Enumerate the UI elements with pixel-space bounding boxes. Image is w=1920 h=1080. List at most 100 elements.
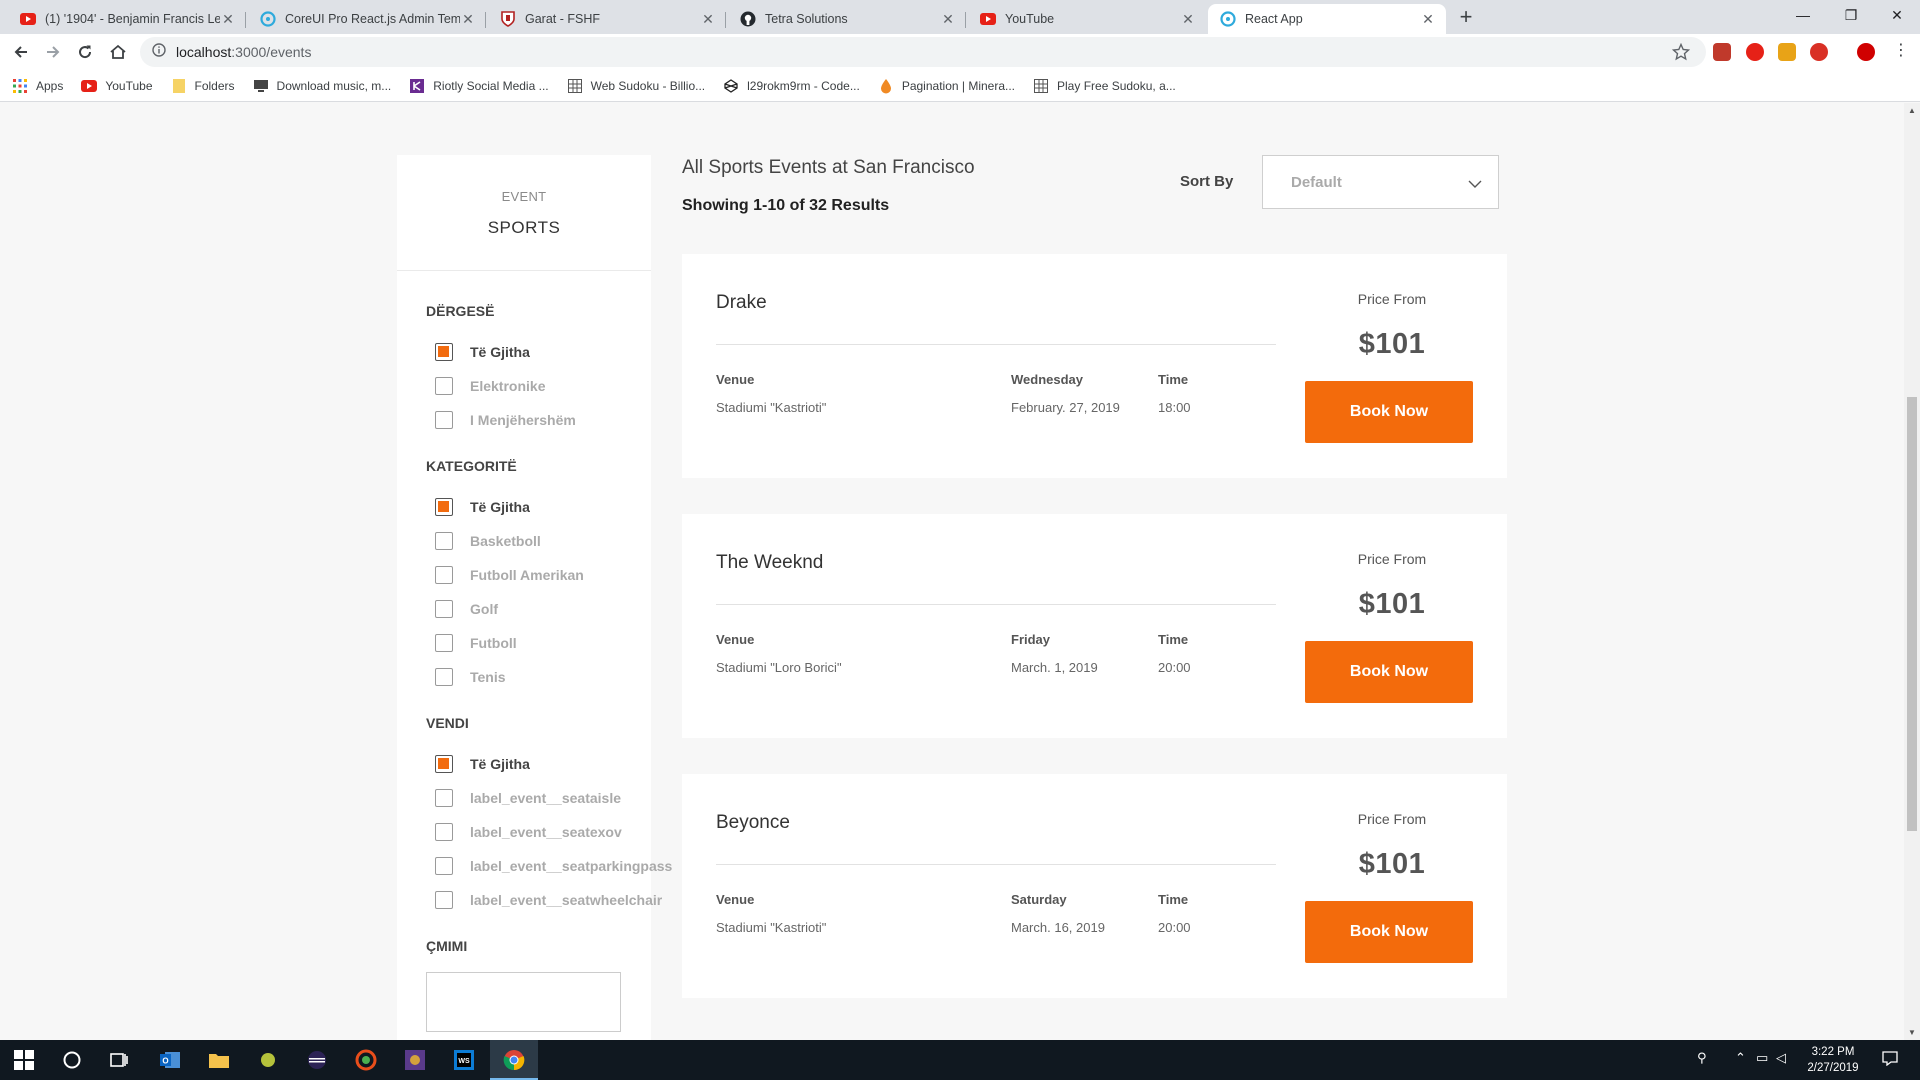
filter-option[interactable]: label_event__seatexov <box>426 815 651 849</box>
new-tab-button[interactable]: + <box>1452 4 1480 32</box>
bookmark-web-sudoku[interactable]: Web Sudoku - Billio... <box>567 78 706 94</box>
checkbox[interactable] <box>435 411 453 429</box>
filter-option[interactable]: label_event__seataisle <box>426 781 651 815</box>
checkbox[interactable] <box>435 532 453 550</box>
bookmark-folders[interactable]: Folders <box>171 78 235 94</box>
filter-option[interactable]: label_event__seatparkingpass <box>426 849 672 883</box>
checkbox[interactable] <box>435 789 453 807</box>
book-now-button[interactable]: Book Now <box>1305 381 1473 443</box>
browser-tab[interactable]: (1) '1904' - Benjamin Francis Leftw ✕ <box>8 4 246 34</box>
bookmark-download-music[interactable]: Download music, m... <box>253 78 392 94</box>
browser-tab-active[interactable]: React App ✕ <box>1208 4 1446 34</box>
price-range-input[interactable] <box>426 972 621 1032</box>
youtube-extension-icon[interactable] <box>1746 43 1764 61</box>
reload-icon[interactable] <box>73 40 97 64</box>
bookmark-codepen[interactable]: l29rokm9rm - Code... <box>723 78 860 94</box>
address-bar[interactable]: localhost:3000/events <box>140 37 1706 67</box>
checkbox[interactable] <box>435 498 453 516</box>
book-now-button[interactable]: Book Now <box>1305 901 1473 963</box>
close-icon[interactable]: ✕ <box>700 11 716 28</box>
color-app-icon[interactable] <box>354 1048 378 1072</box>
game-app-icon[interactable] <box>403 1048 427 1072</box>
home-icon[interactable] <box>106 40 130 64</box>
close-icon[interactable]: ✕ <box>1180 11 1196 28</box>
filter-option[interactable]: Tenis <box>426 660 651 694</box>
scroll-down-arrow-icon[interactable]: ▼ <box>1908 1028 1916 1037</box>
close-icon[interactable]: ✕ <box>940 11 956 28</box>
scroll-up-arrow-icon[interactable]: ▲ <box>1908 106 1916 115</box>
windows-start-icon[interactable] <box>12 1048 36 1072</box>
filter-option[interactable]: Basketboll <box>426 524 651 558</box>
chrome-icon[interactable] <box>502 1048 526 1072</box>
bookmark-riotly[interactable]: Riotly Social Media ... <box>409 78 549 94</box>
webstorm-icon[interactable]: WS <box>452 1048 476 1072</box>
browser-toolbar: localhost:3000/events ⋮ <box>0 34 1920 70</box>
restore-button[interactable]: ❐ <box>1828 0 1874 30</box>
extension-icon[interactable] <box>1713 43 1731 61</box>
bookmark-play-sudoku[interactable]: Play Free Sudoku, a... <box>1033 78 1176 94</box>
filter-option[interactable]: Të Gjitha <box>426 747 651 781</box>
browser-tab[interactable]: CoreUI Pro React.js Admin Templ ✕ <box>248 4 486 34</box>
event-type-header: EVENT SPORTS <box>397 155 651 271</box>
forward-arrow-icon[interactable] <box>41 40 65 64</box>
browser-tab[interactable]: YouTube ✕ <box>968 4 1206 34</box>
info-icon[interactable] <box>152 42 166 62</box>
react-app-icon <box>1220 11 1236 27</box>
star-bookmark-icon[interactable] <box>1671 42 1691 66</box>
close-icon[interactable]: ✕ <box>1420 11 1436 28</box>
checkbox[interactable] <box>435 600 453 618</box>
extension-icon[interactable] <box>1778 43 1796 61</box>
network-icon[interactable]: ▭ <box>1756 1050 1768 1066</box>
notifications-icon[interactable] <box>1882 1050 1898 1069</box>
filter-option[interactable]: Të Gjitha <box>426 335 651 369</box>
bookmark-apps[interactable]: Apps <box>12 78 63 94</box>
task-view-icon[interactable] <box>107 1048 131 1072</box>
close-window-button[interactable]: ✕ <box>1874 0 1920 30</box>
filter-option[interactable]: Golf <box>426 592 651 626</box>
eclipse-icon[interactable] <box>305 1048 329 1072</box>
filter-option[interactable]: Futboll <box>426 626 651 660</box>
file-explorer-icon[interactable] <box>207 1048 231 1072</box>
page-scrollbar[interactable]: ▲ ▼ <box>1904 103 1920 1040</box>
checkbox[interactable] <box>435 668 453 686</box>
bookmark-pagination[interactable]: Pagination | Minera... <box>878 78 1015 94</box>
profile-avatar[interactable] <box>1857 43 1875 61</box>
url-host: localhost <box>176 44 232 60</box>
people-icon[interactable]: ⚲ <box>1697 1050 1707 1066</box>
checkbox[interactable] <box>435 755 453 773</box>
back-arrow-icon[interactable] <box>9 40 33 64</box>
checkbox[interactable] <box>435 823 453 841</box>
filter-option[interactable]: Elektronike <box>426 369 651 403</box>
browser-tab[interactable]: Tetra Solutions ✕ <box>728 4 966 34</box>
codepen-icon <box>723 78 739 94</box>
filter-option[interactable]: Futboll Amerikan <box>426 558 651 592</box>
checkbox[interactable] <box>435 634 453 652</box>
system-clock[interactable]: 3:22 PM 2/27/2019 <box>1790 1044 1876 1076</box>
close-icon[interactable]: ✕ <box>220 11 236 28</box>
filter-option[interactable]: label_event__seatwheelchair <box>426 883 662 917</box>
bookmark-youtube[interactable]: YouTube <box>81 78 153 94</box>
filter-option[interactable]: Të Gjitha <box>426 490 651 524</box>
sort-select[interactable]: Default <box>1262 155 1499 209</box>
bookmark-label: Web Sudoku - Billio... <box>590 78 706 93</box>
close-icon[interactable]: ✕ <box>460 11 476 28</box>
menu-kebab-icon[interactable]: ⋮ <box>1893 42 1909 60</box>
volume-icon[interactable]: ◁ <box>1776 1050 1786 1066</box>
extension-icon[interactable] <box>1810 43 1828 61</box>
filter-option[interactable]: I Menjëhershëm <box>426 403 651 437</box>
outlook-icon[interactable]: O <box>158 1048 182 1072</box>
checkbox[interactable] <box>435 857 453 875</box>
scrollbar-thumb[interactable] <box>1907 397 1917 831</box>
checkbox[interactable] <box>435 566 453 584</box>
checkbox[interactable] <box>435 891 453 909</box>
cortana-search-icon[interactable] <box>60 1048 84 1072</box>
bookmark-label: Download music, m... <box>276 78 392 93</box>
app-icon[interactable] <box>256 1048 280 1072</box>
checkbox[interactable] <box>435 377 453 395</box>
browser-tab[interactable]: Garat - FSHF ✕ <box>488 4 726 34</box>
bookmark-label: Folders <box>194 78 235 93</box>
minimize-button[interactable]: — <box>1780 0 1826 30</box>
chevron-up-icon[interactable]: ⌃ <box>1735 1050 1746 1066</box>
checkbox[interactable] <box>435 343 453 361</box>
book-now-button[interactable]: Book Now <box>1305 641 1473 703</box>
